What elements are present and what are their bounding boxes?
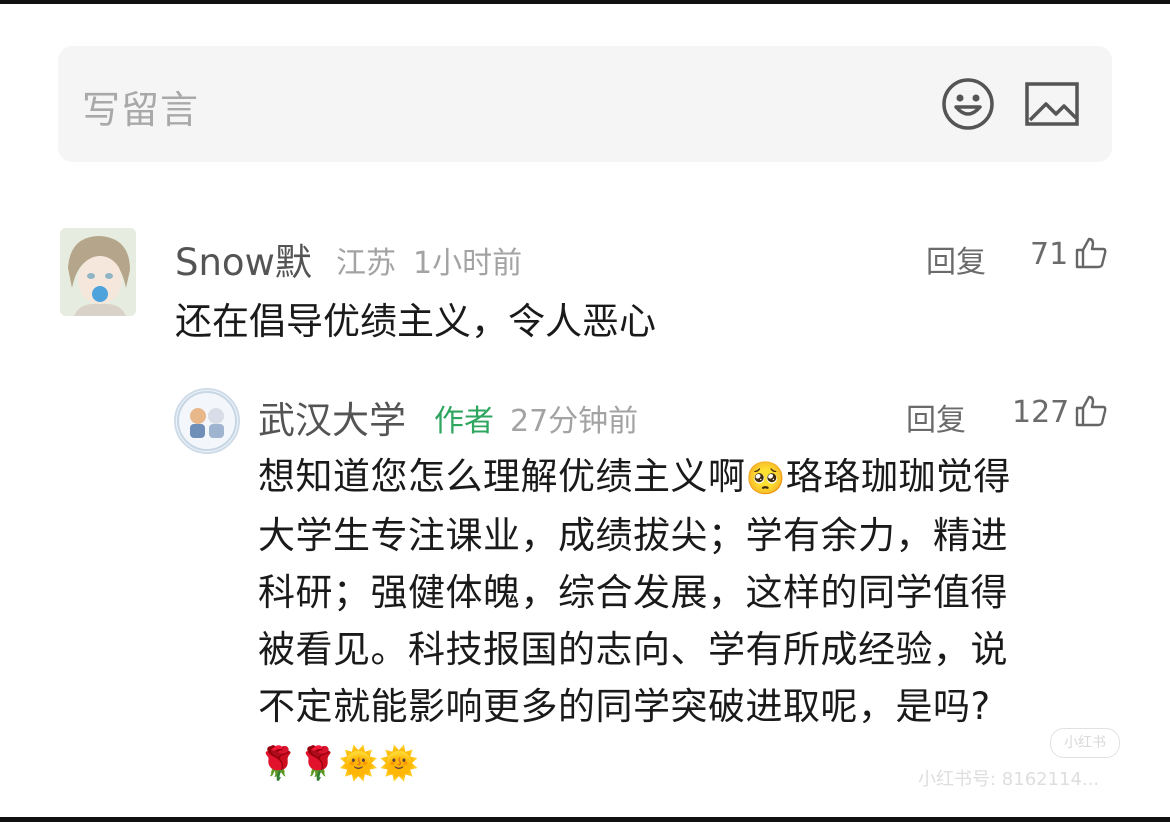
author-badge: 作者 (434, 404, 494, 439)
author-avatar[interactable] (174, 388, 240, 454)
thumbs-up-icon[interactable] (1074, 236, 1108, 270)
author-username[interactable]: 武汉大学 (258, 390, 406, 444)
avatar-image (60, 228, 136, 316)
reply-line: 想知道您怎么理解优绩主义啊🥺珞珞珈珈觉得 (258, 455, 1011, 498)
comment-text: 还在倡导优绩主义，令人恶心 (175, 300, 656, 343)
pleading-face-emoji: 🥺 (745, 459, 786, 497)
watermark-logo: 小红书 (1050, 728, 1120, 758)
comment-input-bar[interactable]: 写留言 (58, 46, 1112, 162)
comment-time: 1小时前 (413, 246, 523, 281)
reply-line: 大学生专注课业，成绩拔尖；学有余力，精进 (258, 514, 1008, 557)
comment-reply-button[interactable]: 回复 (926, 237, 986, 281)
reply-text: 想知道您怎么理解优绩主义啊🥺珞珞珈珈觉得 大学生专注课业，成绩拔尖；学有余力，精… (258, 448, 1098, 792)
watermark-text: 小红书号: 8162114... (918, 769, 1100, 790)
reply-like-count: 127 (1012, 395, 1070, 430)
reply-line: 科研；强健体魄，综合发展，这样的同学值得 (258, 571, 1008, 614)
author-avatar-image (177, 391, 237, 451)
reply-time: 27分钟前 (510, 404, 639, 439)
thumbs-up-icon[interactable] (1074, 394, 1108, 428)
reply-line: 被看见。科技报国的志向、学有所成经验，说 (258, 628, 1008, 671)
comment-location: 江苏 (336, 246, 396, 281)
image-icon[interactable] (1024, 80, 1080, 128)
reply-line: 不定就能影响更多的同学突破进取呢，是吗? (258, 685, 991, 728)
emoji-icon[interactable] (940, 76, 996, 132)
comment-input-placeholder[interactable]: 写留言 (82, 79, 199, 134)
comment-username[interactable]: Snow默 (175, 232, 312, 286)
top-border (0, 0, 1170, 4)
bottom-border (0, 817, 1170, 822)
comment-like-count: 71 (1030, 237, 1069, 272)
avatar[interactable] (60, 228, 136, 316)
reply-reply-button[interactable]: 回复 (906, 395, 966, 439)
